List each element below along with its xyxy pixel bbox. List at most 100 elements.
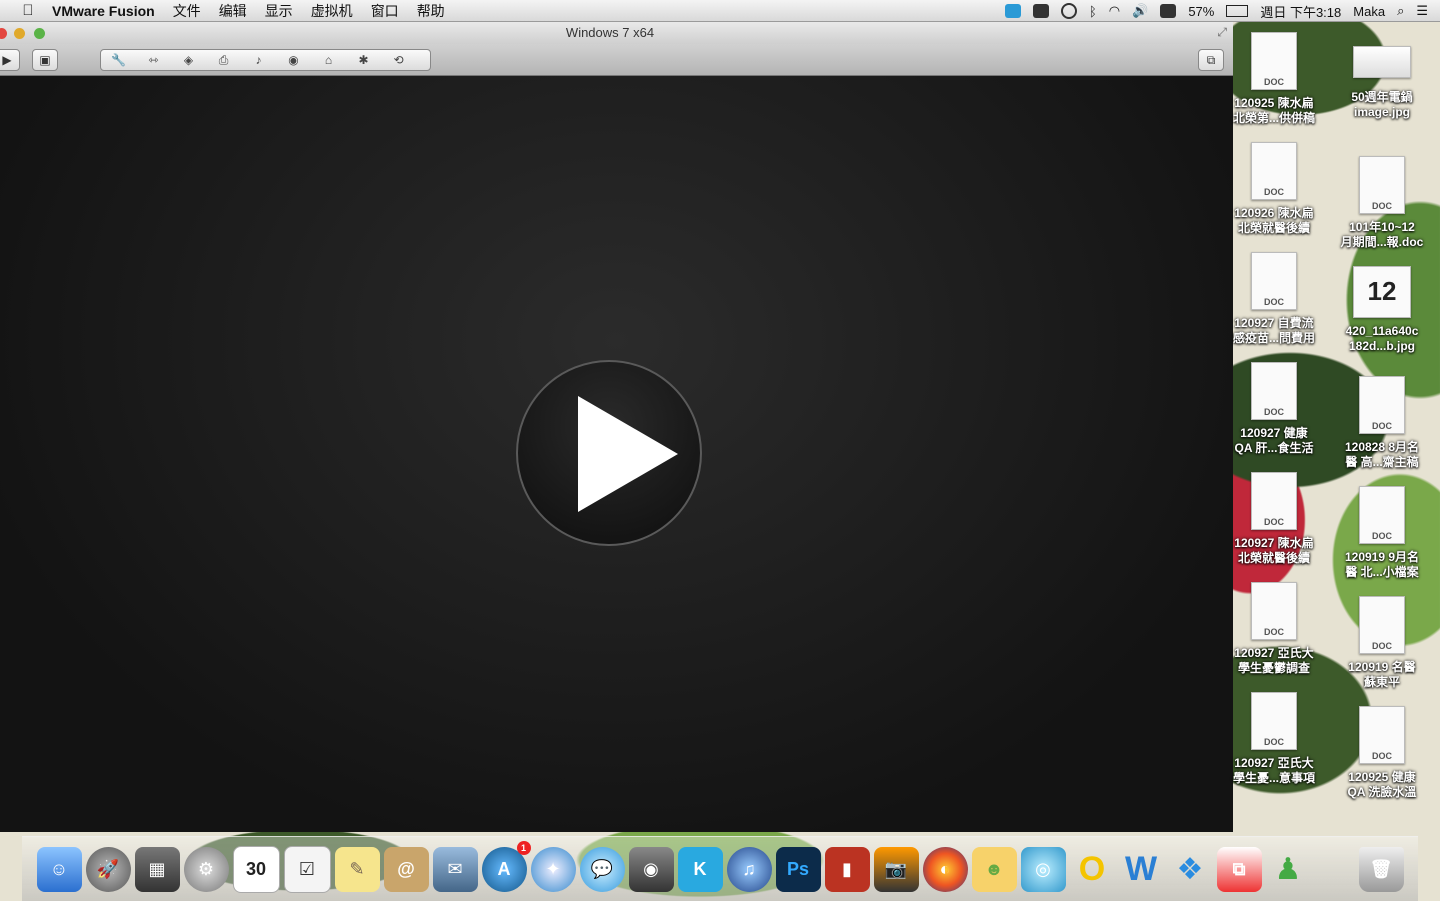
menu-help[interactable]: 帮助	[417, 1, 445, 21]
menu-vm[interactable]: 虚拟机	[311, 1, 353, 21]
speaker-icon[interactable]: ♪	[241, 53, 276, 67]
desktop-file[interactable]: DOC 120927 亞氏大 學生憂鬱調查	[1226, 582, 1322, 692]
menu-file[interactable]: 文件	[173, 1, 201, 21]
iphoto-icon[interactable]: 📷	[873, 846, 919, 892]
dock: ☺ 🚀 ▦ ⚙ 30 ☑ ✎ @ ✉ A1 ✦ 💬 ◉ K ♫ Ps ▮ 📷 ◐…	[22, 836, 1418, 901]
safari-icon[interactable]: ✦	[530, 846, 576, 892]
facetime-icon[interactable]: ◉	[628, 846, 674, 892]
trash-icon[interactable]: 🗑	[1358, 846, 1404, 892]
menu-view[interactable]: 显示	[265, 1, 293, 21]
reminders-icon[interactable]: ☑	[283, 845, 331, 893]
dropbox-icon[interactable]: ❖	[1168, 847, 1213, 892]
desktop-column-1: DOC 120925 陳水扁 北榮第...供併稿 DOC 120926 陳水扁 北榮…	[1226, 32, 1322, 802]
doc-file-icon: DOC	[1251, 472, 1297, 530]
spotlight-icon[interactable]: ⌕	[1397, 3, 1404, 19]
play-triangle-icon	[578, 396, 678, 512]
pps-icon[interactable]: ☻	[971, 846, 1017, 892]
usb-icon[interactable]: ⌂	[311, 53, 346, 67]
desktop-file[interactable]: DOC 120927 亞氏大 學生憂...意事項	[1226, 692, 1322, 802]
desktop-file[interactable]: DOC 120828 8月名醫 高...齋主稿	[1334, 376, 1430, 486]
menu-window[interactable]: 窗口	[371, 1, 399, 21]
desktop-file[interactable]: DOC 120919 名醫 蘇東平	[1334, 596, 1430, 706]
snapshot-icon: ▣	[39, 53, 51, 67]
vmware-fusion-icon[interactable]: ⧉	[1216, 846, 1262, 892]
play-vm-button[interactable]: ▶	[0, 49, 20, 71]
network-icon[interactable]: ⇿	[136, 53, 171, 67]
vm-toolbar: ▶ ▣ 🔧 ⇿ ◈ ⎙ ♪ ◉ ⌂ ✱ ⟲ ⧉	[0, 44, 1233, 76]
desktop-file[interactable]: DOC 120927 健康 QA 肝...食生活	[1226, 362, 1322, 472]
doc-file-icon: DOC	[1359, 156, 1405, 214]
messages-icon[interactable]: 💬	[579, 846, 625, 892]
desktop-file[interactable]: 50週年電鍋 image.jpg	[1334, 46, 1430, 156]
calendar-icon[interactable]: 30	[232, 845, 280, 893]
finder-icon[interactable]: ☺	[36, 846, 82, 892]
battery-percent[interactable]: 57%	[1188, 4, 1214, 19]
app-store-icon[interactable]: A1	[481, 840, 531, 892]
camera-icon[interactable]: ◉	[276, 53, 311, 67]
printer-icon[interactable]: ⎙	[206, 53, 241, 68]
vm-screen[interactable]	[0, 76, 1233, 832]
qq-icon[interactable]: ♟	[1266, 847, 1311, 892]
notification-center-icon[interactable]: ☰	[1416, 3, 1428, 19]
desktop-file[interactable]: DOC 101年10~12 月期間...報.doc	[1334, 156, 1430, 266]
desktop-file[interactable]: DOC 120925 陳水扁 北榮第...供併稿	[1226, 32, 1322, 142]
doc-file-icon: DOC	[1251, 582, 1297, 640]
volume-icon[interactable]: 🔊	[1132, 3, 1148, 19]
play-icon: ▶	[2, 53, 12, 67]
photoshop-icon[interactable]: Ps	[775, 846, 821, 892]
stickies-icon[interactable]: ✎	[334, 846, 380, 892]
sync-icon[interactable]: ⟲	[381, 53, 416, 67]
doc-file-icon: DOC	[1359, 376, 1405, 434]
app-store-badge: 1	[516, 840, 531, 855]
menu-edit[interactable]: 编辑	[219, 1, 247, 21]
window-title: Windows 7 x64	[565, 25, 655, 40]
photo-booth-icon[interactable]: ▮	[824, 846, 870, 892]
menu-bar:  VMware Fusion 文件 编辑 显示 虚拟机 窗口 帮助 ᛒ ◠ 🔊…	[0, 0, 1440, 22]
doc-file-icon: DOC	[1251, 362, 1297, 420]
apple-menu-icon[interactable]: 	[18, 2, 38, 19]
itunes-icon[interactable]: ♫	[726, 846, 772, 892]
bluetooth-icon[interactable]: ᛒ	[1089, 4, 1097, 19]
doc-file-icon: DOC	[1251, 252, 1297, 310]
vmware-status-icon[interactable]	[1032, 4, 1049, 18]
qq-player-icon[interactable]: ◎	[1020, 846, 1066, 892]
desktop-file[interactable]: DOC 120926 陳水扁 北榮就醫後續	[1226, 142, 1322, 252]
system-preferences-icon[interactable]: ⚙	[183, 846, 229, 892]
vmware-window: Windows 7 x64 ⤢ ▶ ▣ 🔧 ⇿ ◈ ⎙ ♪ ◉ ⌂ ✱ ⟲ ⧉	[0, 22, 1233, 832]
contacts-icon[interactable]: @	[383, 846, 429, 892]
calendar-image-icon: 12	[1353, 266, 1411, 318]
mission-control-icon[interactable]: ▦	[134, 846, 180, 892]
clock[interactable]: 週日 下午3:18	[1260, 2, 1341, 21]
menu-app-name[interactable]: VMware Fusion	[52, 3, 155, 19]
user-menu[interactable]: Maka	[1353, 4, 1385, 19]
word-icon[interactable]: W	[1119, 847, 1164, 892]
mail-icon[interactable]: ✉	[432, 846, 478, 892]
desktop-file[interactable]: DOC 120927 自費流 感疫苗...問費用	[1226, 252, 1322, 362]
desktop-file[interactable]: DOC 120925 健康 QA 洗臉水溫	[1334, 706, 1430, 816]
desktop-file[interactable]: DOC 120919 9月名醫 北...小檔案	[1334, 486, 1430, 596]
unity-button[interactable]: ⧉	[1198, 49, 1224, 71]
kuaipan-icon[interactable]: K	[677, 846, 723, 892]
time-machine-icon[interactable]	[1060, 3, 1077, 19]
vm-settings-group: 🔧 ⇿ ◈ ⎙ ♪ ◉ ⌂ ✱ ⟲	[100, 49, 431, 71]
disk-icon[interactable]: ◈	[171, 53, 206, 67]
desktop-file[interactable]: 12 420_11a640c 182d...b.jpg	[1334, 266, 1430, 376]
firefox-icon[interactable]: ◐	[922, 846, 968, 892]
doc-file-icon: DOC	[1251, 692, 1297, 750]
kuaipan-status-icon[interactable]	[1004, 4, 1021, 18]
input-method-icon[interactable]	[1160, 4, 1177, 18]
wrench-icon[interactable]: 🔧	[101, 53, 136, 67]
doc-file-icon: DOC	[1359, 486, 1405, 544]
bluetooth-toolbar-icon[interactable]: ✱	[346, 53, 381, 67]
desktop-column-2: 50週年電鍋 image.jpg DOC 101年10~12 月期間...報.doc…	[1334, 32, 1430, 816]
wifi-icon[interactable]: ◠	[1109, 3, 1120, 19]
desktop-file[interactable]: DOC 120927 陳水扁 北榮就醫後續	[1226, 472, 1322, 582]
battery-icon[interactable]	[1226, 5, 1249, 17]
openoffice-icon[interactable]: O	[1070, 847, 1115, 892]
status-area: ᛒ ◠ 🔊 57% 週日 下午3:18 Maka ⌕ ☰	[1004, 0, 1440, 22]
snapshot-button[interactable]: ▣	[32, 49, 58, 71]
unity-icon: ⧉	[1206, 52, 1216, 67]
launchpad-icon[interactable]: 🚀	[85, 846, 131, 892]
doc-file-icon: DOC	[1359, 596, 1405, 654]
power-on-play-button[interactable]	[516, 360, 702, 546]
